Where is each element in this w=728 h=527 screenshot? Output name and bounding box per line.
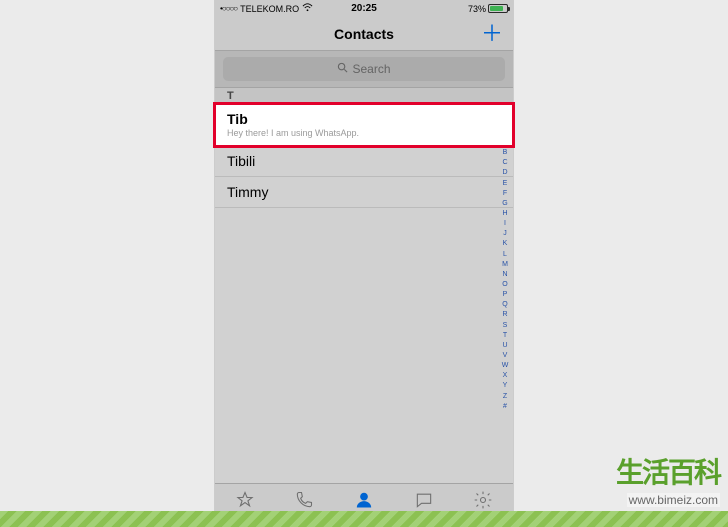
index-letter[interactable]: R	[502, 310, 507, 320]
index-letter[interactable]: Z	[503, 392, 507, 402]
index-letter[interactable]: Q	[502, 300, 507, 310]
contacts-icon	[354, 490, 374, 512]
index-letter[interactable]: Y	[503, 381, 508, 391]
wifi-icon	[302, 3, 313, 14]
battery-pct: 73%	[468, 4, 486, 14]
clock-label: 20:25	[351, 3, 377, 14]
battery-icon	[488, 4, 508, 13]
nav-bar: Contacts ＋	[215, 17, 513, 51]
favorites-icon	[235, 490, 255, 512]
page-title: Contacts	[334, 26, 394, 42]
contact-name: Timmy	[227, 184, 501, 200]
signal-dots: •○○○○	[220, 4, 237, 13]
index-letter[interactable]: B	[503, 148, 508, 158]
section-header: T	[215, 88, 513, 104]
alpha-index[interactable]: ABCDEFGHIJKLMNOPQRSTUVWXYZ#	[499, 138, 511, 473]
index-letter[interactable]: G	[502, 199, 507, 209]
search-icon	[337, 62, 348, 76]
search-input[interactable]: Search	[223, 57, 505, 81]
contact-name: Tibili	[227, 153, 501, 169]
search-placeholder: Search	[352, 62, 390, 76]
battery-group: 73%	[468, 4, 508, 14]
page-frame: •○○○○ TELEKOM.RO 20:25 73% Contacts ＋ Se…	[0, 0, 728, 527]
index-letter[interactable]: #	[503, 402, 507, 412]
watermark-url: www.bimeiz.com	[627, 493, 720, 507]
chats-icon	[414, 490, 434, 512]
index-letter[interactable]: E	[503, 179, 508, 189]
carrier-label: TELEKOM.RO	[240, 4, 299, 14]
index-letter[interactable]: W	[502, 361, 509, 371]
status-bar: •○○○○ TELEKOM.RO 20:25 73%	[215, 0, 513, 17]
search-container: Search	[215, 51, 513, 88]
index-letter[interactable]: V	[503, 351, 508, 361]
contacts-list[interactable]: T TibHey there! I am using WhatsApp. Tibi…	[215, 88, 513, 483]
index-letter[interactable]: P	[503, 290, 508, 300]
phone-screen: •○○○○ TELEKOM.RO 20:25 73% Contacts ＋ Se…	[214, 0, 514, 527]
contact-name: Tib	[227, 111, 501, 127]
index-letter[interactable]: S	[503, 321, 508, 331]
settings-icon	[473, 490, 493, 512]
index-letter[interactable]: N	[502, 270, 507, 280]
watermark-logo: 生活百科	[616, 451, 720, 491]
add-contact-button[interactable]: ＋	[481, 23, 503, 45]
footer-stripe	[0, 511, 728, 527]
index-letter[interactable]: O	[502, 280, 507, 290]
index-letter[interactable]: C	[502, 158, 507, 168]
index-letter[interactable]: D	[502, 168, 507, 178]
index-letter[interactable]: M	[502, 260, 508, 270]
contact-row[interactable]: Timmy	[215, 177, 513, 208]
contact-row[interactable]: TibHey there! I am using WhatsApp.	[215, 104, 513, 146]
contact-row[interactable]: Tibili	[215, 146, 513, 177]
index-letter[interactable]: J	[503, 229, 507, 239]
index-letter[interactable]: H	[502, 209, 507, 219]
index-letter[interactable]: L	[503, 250, 507, 260]
calls-icon	[294, 490, 314, 512]
index-letter[interactable]: F	[503, 189, 507, 199]
index-letter[interactable]: X	[503, 371, 508, 381]
index-letter[interactable]: U	[502, 341, 507, 351]
contact-status: Hey there! I am using WhatsApp.	[227, 128, 501, 138]
index-letter[interactable]: T	[503, 331, 507, 341]
index-letter[interactable]: K	[503, 239, 508, 249]
index-letter[interactable]: I	[504, 219, 506, 229]
